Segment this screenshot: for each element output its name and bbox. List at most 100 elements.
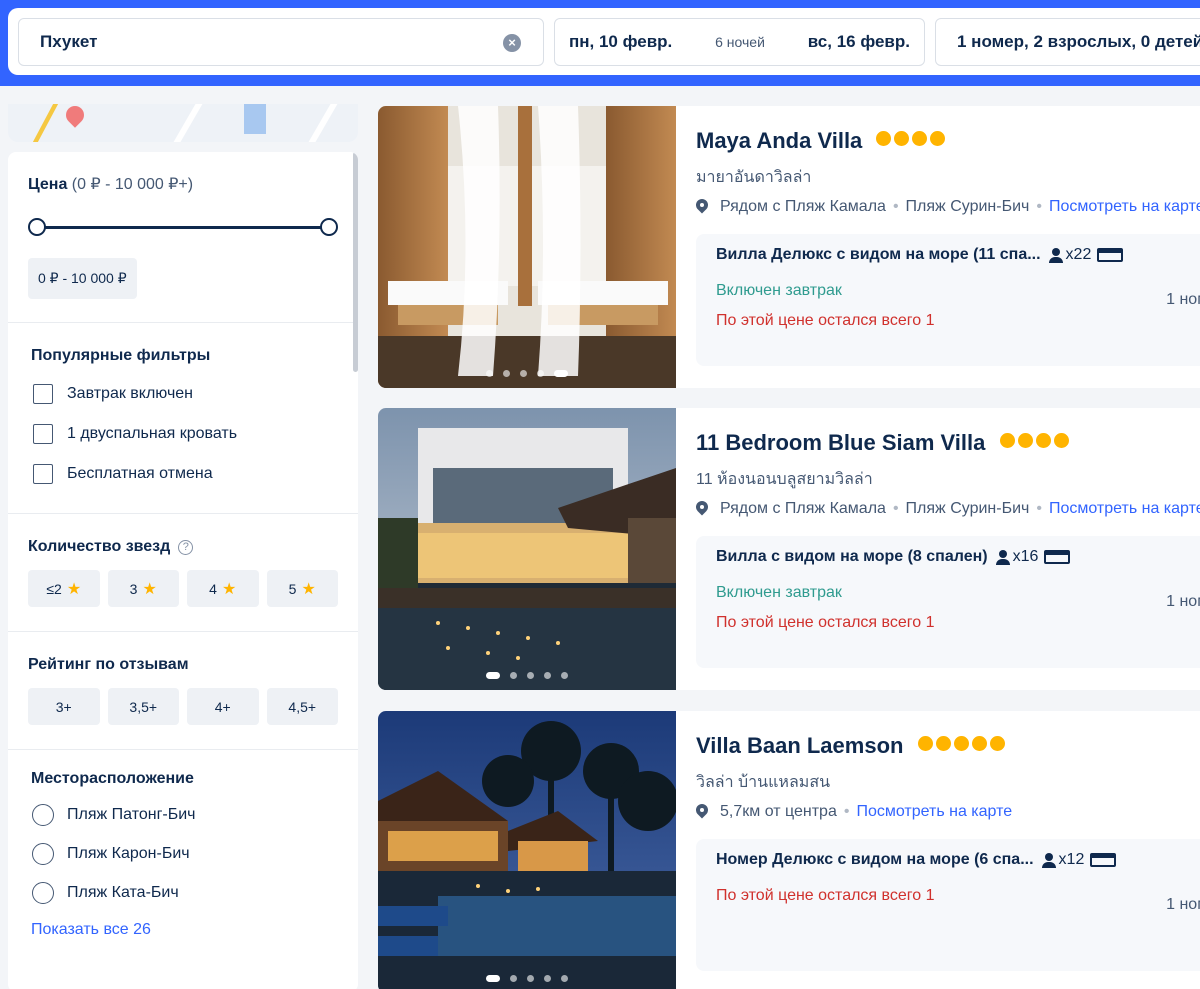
radio[interactable] [32, 882, 54, 904]
photo-dot[interactable] [544, 975, 551, 982]
checkbox[interactable] [33, 464, 53, 484]
hotel-name[interactable]: Villa Baan Laemson [696, 733, 1005, 759]
photo-dot-active[interactable] [486, 975, 500, 982]
hotel-card[interactable]: Villa Baan Laemson วิลล่า บ้านแหลมสน 5,7… [378, 711, 1200, 989]
room-offer[interactable]: Вилла с видом на море (8 спален) x16 Вкл… [696, 536, 1200, 668]
photo-dot[interactable] [527, 975, 534, 982]
checkbox[interactable] [33, 384, 53, 404]
hotel-photo[interactable] [378, 408, 676, 690]
checkbox[interactable] [33, 424, 53, 444]
person-icon [1041, 853, 1056, 868]
map-water [244, 104, 266, 134]
person-icon [995, 550, 1010, 565]
photo-dot[interactable] [537, 370, 544, 377]
star-chip[interactable]: 3 ★ [107, 570, 179, 607]
star-chip[interactable]: ≤2 ★ [28, 570, 100, 607]
rating-chip[interactable]: 4+ [187, 688, 259, 725]
hotel-name[interactable]: 11 Bedroom Blue Siam Villa [696, 430, 1069, 456]
hotel-photo-image [378, 711, 676, 989]
dates-picker[interactable]: пн, 10 февр. 6 ночей вс, 16 февр. [554, 18, 925, 66]
photo-dot[interactable] [503, 370, 510, 377]
sidebar-scrollbar[interactable] [353, 152, 358, 372]
rating-chip[interactable]: 4,5+ [266, 688, 338, 725]
separator: • [843, 803, 850, 820]
last-room-warning: По этой цене остался всего 1 [716, 887, 935, 904]
room-offer[interactable]: Номер Делюкс с видом на море (6 спа... x… [696, 839, 1200, 971]
checkbox-label: Завтрак включен [67, 385, 194, 402]
star-chip[interactable]: 5 ★ [266, 570, 338, 607]
location-option[interactable]: Пляж Карон-Бич [31, 842, 338, 866]
rating-dot [930, 131, 946, 146]
popular-filters: Популярные фильтры Завтрак включен 1 дву… [8, 323, 358, 514]
search-panel: Пхукет × пн, 10 февр. 6 ночей вс, 16 фев… [8, 8, 1200, 75]
photo-dot[interactable] [510, 975, 517, 982]
separator: • [1036, 500, 1042, 517]
location-option[interactable]: Пляж Патонг-Бич [31, 803, 338, 827]
photo-dots[interactable] [378, 975, 676, 982]
photo-dot[interactable] [561, 672, 568, 679]
room-offer[interactable]: Вилла Делюкс с видом на море (11 спа... … [696, 234, 1200, 366]
photo-dots[interactable] [378, 370, 676, 377]
hotel-card[interactable]: 11 Bedroom Blue Siam Villa 11 ห้องนอนบลู… [378, 408, 1200, 690]
rating-dot [953, 736, 969, 751]
rating-chip[interactable]: 3,5+ [107, 688, 179, 725]
radio-label: Пляж Ката-Бич [67, 884, 179, 901]
hotel-local-name: มายาอันดาวิลล่า [696, 169, 812, 186]
slider-min-handle[interactable] [28, 218, 46, 236]
photo-dot-active[interactable] [554, 370, 568, 377]
price-filter: Цена (0 ₽ - 10 000 ₽+) 0 ₽ - 10 000 ₽ [8, 152, 358, 323]
location-near: Рядом с Пляж Камала [720, 500, 886, 517]
rating-dot [1035, 433, 1051, 448]
help-icon[interactable]: ? [178, 540, 194, 555]
radio[interactable] [32, 843, 54, 865]
room-name: Вилла с видом на море (8 спален) [716, 548, 988, 565]
filter-double-bed[interactable]: 1 двуспальная кровать [31, 423, 338, 445]
hotel-card[interactable]: Maya Anda Villa มายาอันดาวิลล่า Рядом с … [378, 106, 1200, 388]
photo-dot[interactable] [544, 672, 551, 679]
hotel-photo[interactable] [378, 106, 676, 388]
show-on-map-link[interactable]: Посмотреть на карте [1049, 198, 1200, 216]
location-pin-icon [696, 804, 708, 820]
show-on-map-link[interactable]: Посмотреть на карте [856, 803, 1012, 821]
filters-sidebar: Цена (0 ₽ - 10 000 ₽+) 0 ₽ - 10 000 ₽ По… [8, 152, 358, 989]
filter-free-cancel[interactable]: Бесплатная отмена [31, 463, 338, 485]
hotel-photo[interactable] [378, 711, 676, 989]
map-preview[interactable] [8, 104, 358, 142]
rating-chip[interactable]: 3+ [28, 688, 100, 725]
photo-dot[interactable] [510, 672, 517, 679]
rating-title: Рейтинг по отзывам [28, 656, 189, 673]
nights-count: 6 ночей [715, 34, 765, 50]
show-all-locations-link[interactable]: Показать все 26 [31, 921, 338, 939]
radio-label: Пляж Патонг-Бич [67, 806, 196, 823]
star-chip[interactable]: 4 ★ [187, 570, 259, 607]
filter-breakfast[interactable]: Завтрак включен [31, 383, 338, 405]
breakfast-included: Включен завтрак [716, 282, 842, 299]
location-pin-icon [696, 501, 708, 517]
photo-dot[interactable] [486, 370, 493, 377]
photo-dot-active[interactable] [486, 672, 500, 679]
price-slider[interactable] [28, 218, 338, 236]
radio[interactable] [32, 804, 54, 826]
location-option[interactable]: Пляж Ката-Бич [31, 881, 338, 905]
photo-dot[interactable] [520, 370, 527, 377]
person-icon [1048, 248, 1063, 263]
show-on-map-link[interactable]: Посмотреть на карте [1049, 500, 1200, 518]
bed-icon [1097, 248, 1124, 262]
rating-dot [912, 131, 928, 146]
hotel-name-text: Maya Anda Villa [696, 128, 863, 153]
price-range: (0 ₽ - 10 000 ₽+) [71, 176, 194, 193]
hotel-info: 11 Bedroom Blue Siam Villa 11 ห้องนอนบลู… [696, 408, 1200, 690]
stars-title: Количество звезд? [28, 538, 338, 556]
last-room-warning: По этой цене остался всего 1 [716, 614, 935, 631]
map-road [9, 104, 59, 142]
photo-dot[interactable] [561, 975, 568, 982]
room-capacity: x22 [1065, 246, 1092, 263]
destination-input[interactable]: Пхукет × [18, 18, 544, 66]
clear-icon[interactable]: × [503, 34, 521, 52]
rating-filter: Рейтинг по отзывам 3+ 3,5+ 4+ 4,5+ [8, 632, 358, 750]
photo-dots[interactable] [378, 672, 676, 679]
hotel-name[interactable]: Maya Anda Villa [696, 128, 946, 154]
photo-dot[interactable] [527, 672, 534, 679]
slider-max-handle[interactable] [320, 218, 338, 236]
guests-picker[interactable]: 1 номер, 2 взрослых, 0 детей [935, 18, 1200, 66]
